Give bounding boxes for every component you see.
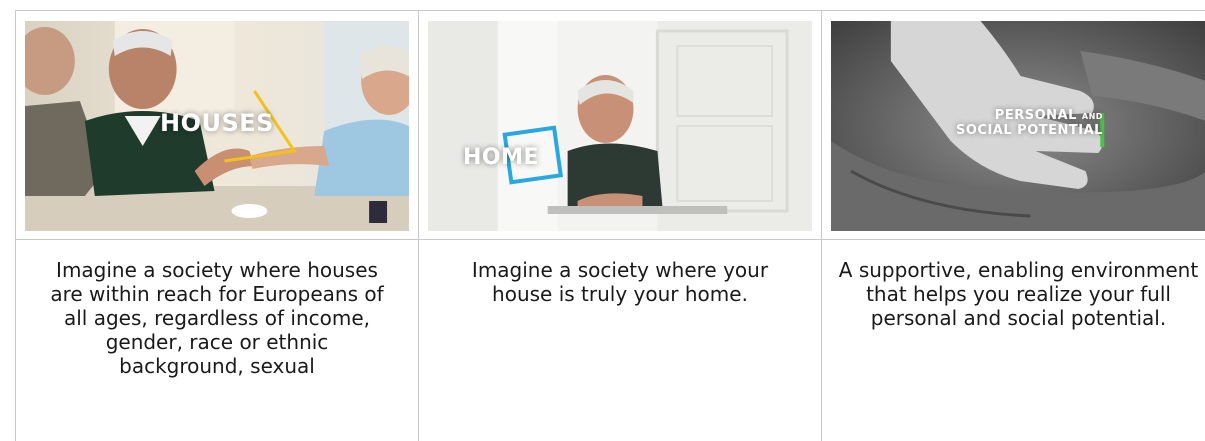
potential-label-line2: SOCIAL POTENTIAL — [956, 123, 1103, 138]
home-illustration — [428, 21, 812, 231]
home-description: Imagine a society where your house is tr… — [471, 258, 769, 306]
feature-table: HOUSES HOME PERSONAL AND SOCIAL POTENTIA… — [15, 10, 1205, 441]
image-cell-houses: HOUSES — [15, 10, 419, 240]
page: HOUSES HOME PERSONAL AND SOCIAL POTENTIA… — [0, 0, 1205, 441]
potential-label-and: AND — [1081, 112, 1103, 121]
houses-description: Imagine a society where houses are withi… — [50, 258, 384, 378]
potential-image: PERSONAL AND SOCIAL POTENTIAL — [831, 21, 1205, 231]
image-cell-potential: PERSONAL AND SOCIAL POTENTIAL — [821, 10, 1205, 240]
home-label: HOME — [463, 145, 540, 170]
houses-label: HOUSES — [160, 109, 274, 137]
image-row: HOUSES HOME PERSONAL AND SOCIAL POTENTIA… — [15, 10, 1205, 240]
text-cell-potential: A supportive, enabling environment that … — [821, 239, 1205, 441]
potential-label: PERSONAL AND SOCIAL POTENTIAL — [956, 109, 1103, 138]
text-row: Imagine a society where houses are withi… — [15, 239, 1205, 441]
image-cell-home: HOME — [418, 10, 822, 240]
home-image: HOME — [428, 21, 812, 231]
potential-label-line1: PERSONAL AND — [956, 109, 1103, 124]
text-cell-houses: Imagine a society where houses are withi… — [15, 239, 419, 441]
potential-label-personal: PERSONAL — [994, 108, 1077, 123]
text-cell-home: Imagine a society where your house is tr… — [418, 239, 822, 441]
potential-description: A supportive, enabling environment that … — [838, 258, 1199, 330]
houses-image: HOUSES — [25, 21, 409, 231]
